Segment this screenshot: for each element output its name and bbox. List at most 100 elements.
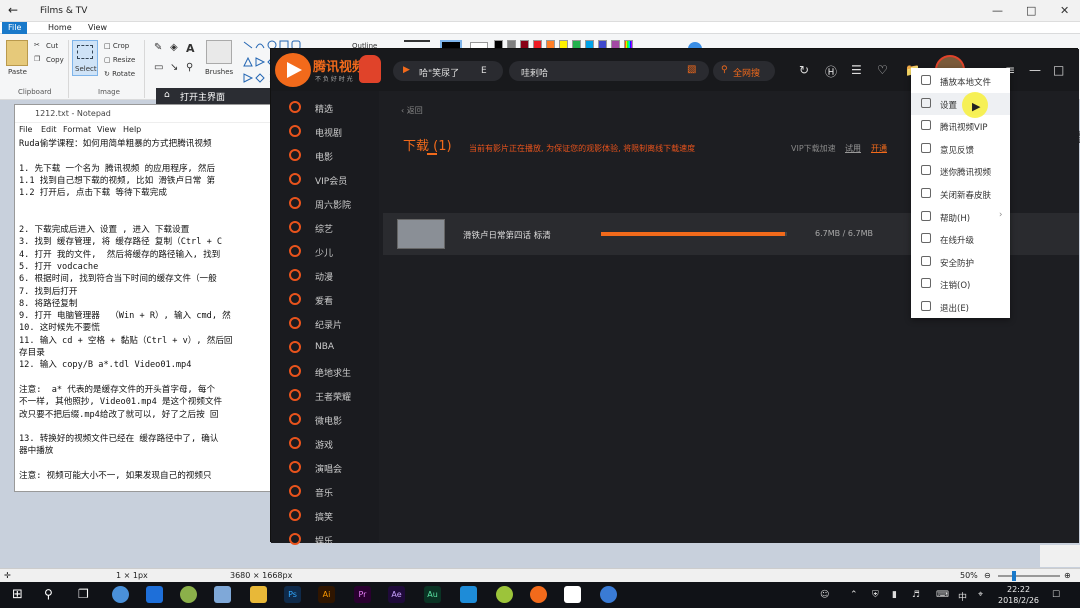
menu-item[interactable]: 帮助(H) › xyxy=(911,206,1010,228)
sidebar-item[interactable]: VIP会员 xyxy=(289,169,379,191)
chevron-up-icon[interactable]: ⌃ xyxy=(850,590,858,600)
notification-icon[interactable]: ☐ xyxy=(1052,590,1060,600)
search-input[interactable]: 哇剌哈 ▧ xyxy=(509,61,709,81)
rotate-button[interactable]: ↻ Rotate xyxy=(104,70,135,78)
now-playing-pill[interactable]: ▶ 哈"笑尿了 E xyxy=(393,61,503,81)
vip-icon[interactable]: Ⓗ xyxy=(825,63,837,80)
eraser-icon[interactable]: ▭ xyxy=(154,62,163,73)
brushes-button[interactable]: Brushes xyxy=(205,68,233,76)
resize-button[interactable]: ▢ Resize xyxy=(104,56,135,64)
history-icon[interactable]: ↻ xyxy=(799,63,809,77)
minimize-icon[interactable]: — xyxy=(992,4,1003,17)
tencent-video-taskbar-icon[interactable] xyxy=(530,586,547,603)
cut-button[interactable]: Cut xyxy=(46,42,58,50)
menu-item[interactable]: 意见反馈 xyxy=(911,138,1010,160)
films-tv-taskbar-icon[interactable] xyxy=(564,586,581,603)
zoom-in-icon[interactable]: ⊕ xyxy=(1064,571,1071,580)
menu-item[interactable]: 设置 xyxy=(911,92,1010,115)
sidebar-item[interactable]: 综艺 xyxy=(289,217,379,239)
app-icon[interactable] xyxy=(146,586,163,603)
zoom-slider[interactable] xyxy=(998,571,1060,581)
app-icon[interactable] xyxy=(460,586,477,603)
menu-item[interactable]: 迷你腾讯视频 xyxy=(911,160,1010,182)
sidebar-item[interactable]: 动漫 xyxy=(289,265,379,287)
taskbar-clock[interactable]: 22:22 2018/2/26 xyxy=(998,584,1039,606)
hot-chart-icon[interactable]: ▧ xyxy=(687,64,696,75)
playlist-icon[interactable]: ☰ xyxy=(851,63,862,77)
close-icon[interactable]: ✕ xyxy=(1060,4,1069,17)
menu-edit[interactable]: Edit xyxy=(41,125,57,134)
crop-button[interactable]: □ Crop xyxy=(104,42,129,50)
open-main-window-bar[interactable]: ⌂ 打开主界面 xyxy=(156,88,276,104)
cut-icon[interactable]: ✂ xyxy=(34,41,40,49)
sidebar-item[interactable]: 少儿 xyxy=(289,241,379,263)
copy-icon[interactable]: ❐ xyxy=(34,55,40,63)
audition-icon[interactable]: Au xyxy=(424,586,441,603)
scrollbar[interactable] xyxy=(1040,545,1080,567)
menu-item[interactable]: 安全防护 xyxy=(911,251,1010,273)
sidebar-item[interactable]: 搞笑 xyxy=(289,505,379,527)
minimize-icon[interactable]: — xyxy=(1029,63,1041,77)
menu-item[interactable]: 退出(E) xyxy=(911,296,1010,318)
tab-home[interactable]: Home xyxy=(42,22,78,34)
back-button[interactable]: ‹ 返回 xyxy=(401,105,423,116)
fill-icon[interactable]: ◈ xyxy=(170,42,178,53)
menu-help[interactable]: Help xyxy=(123,125,141,134)
illustrator-icon[interactable]: Ai xyxy=(318,586,335,603)
sidebar-item[interactable]: 纪录片 xyxy=(289,313,379,335)
zoom-thumb[interactable] xyxy=(1012,571,1016,581)
windows-start-icon[interactable]: ⊞ xyxy=(12,587,23,602)
menu-view[interactable]: View xyxy=(97,125,116,134)
maximize-icon[interactable]: □ xyxy=(1026,4,1036,17)
back-arrow-icon[interactable]: ← xyxy=(8,3,18,17)
ime-indicator[interactable]: 中 xyxy=(958,590,967,603)
pencil-icon[interactable]: ✎ xyxy=(154,42,162,53)
photoshop-icon[interactable]: Ps xyxy=(284,586,301,603)
search-icon[interactable]: ⚲ xyxy=(44,587,53,601)
network-icon[interactable]: ⌖ xyxy=(978,590,983,600)
sidebar-item[interactable]: 爱看 xyxy=(289,289,379,311)
menu-format[interactable]: Format xyxy=(63,125,91,134)
sidebar-item[interactable]: 周六影院 xyxy=(289,193,379,215)
app-icon[interactable] xyxy=(496,586,513,603)
search-all-button[interactable]: ⚲ 全网搜 xyxy=(713,61,775,81)
premiere-icon[interactable]: Pr xyxy=(354,586,371,603)
sidebar-item[interactable]: 电影 xyxy=(289,145,379,167)
keyboard-icon[interactable]: ⌨ xyxy=(936,590,949,600)
sidebar-item[interactable]: 游戏 xyxy=(289,433,379,455)
menu-item[interactable]: 腾讯视频VIP xyxy=(911,115,1010,137)
sidebar-item[interactable]: 微电影 xyxy=(289,409,379,431)
sidebar-item[interactable]: 娱乐 xyxy=(289,529,379,551)
zoom-out-icon[interactable]: ⊖ xyxy=(984,571,991,580)
people-icon[interactable]: ☺ xyxy=(820,590,829,600)
menu-item[interactable]: 播放本地文件 xyxy=(911,70,1010,92)
sidebar-item[interactable]: 精选 xyxy=(289,97,379,119)
sidebar-item[interactable]: 王者荣耀 xyxy=(289,385,379,407)
paste-icon[interactable] xyxy=(6,40,28,66)
trial-link[interactable]: 试用 xyxy=(845,143,861,154)
brushes-icon[interactable] xyxy=(206,40,232,64)
maximize-icon[interactable]: □ xyxy=(1053,63,1064,77)
battery-icon[interactable]: ▮ xyxy=(892,590,897,600)
sidebar-item[interactable]: 音乐 xyxy=(289,481,379,503)
select-button[interactable]: Select xyxy=(72,40,98,76)
task-view-icon[interactable]: ❐ xyxy=(78,587,89,601)
menu-item[interactable]: 在线升级 xyxy=(911,228,1010,250)
text-icon[interactable]: A xyxy=(186,42,195,55)
magnifier-icon[interactable]: ⚲ xyxy=(186,62,193,73)
menu-item[interactable]: 关闭新春皮肤 xyxy=(911,183,1010,205)
sidebar-item[interactable]: 绝地求生 xyxy=(289,361,379,383)
open-vip-link[interactable]: 开通 xyxy=(871,143,887,154)
shield-icon[interactable]: ⛨ xyxy=(872,590,879,600)
volume-icon[interactable]: ♬ xyxy=(912,590,920,600)
tab-file[interactable]: File xyxy=(2,22,28,34)
sidebar-item[interactable]: 电视剧 xyxy=(289,121,379,143)
after-effects-icon[interactable]: Ae xyxy=(388,586,405,603)
app-icon[interactable] xyxy=(600,586,617,603)
follow-icon[interactable]: ♡ xyxy=(877,63,888,77)
app-icon[interactable] xyxy=(180,586,197,603)
copy-button[interactable]: Copy xyxy=(46,56,64,64)
file-explorer-icon[interactable] xyxy=(250,586,267,603)
menu-item[interactable]: 注销(O) xyxy=(911,273,1010,295)
paste-button[interactable]: Paste xyxy=(8,68,27,76)
